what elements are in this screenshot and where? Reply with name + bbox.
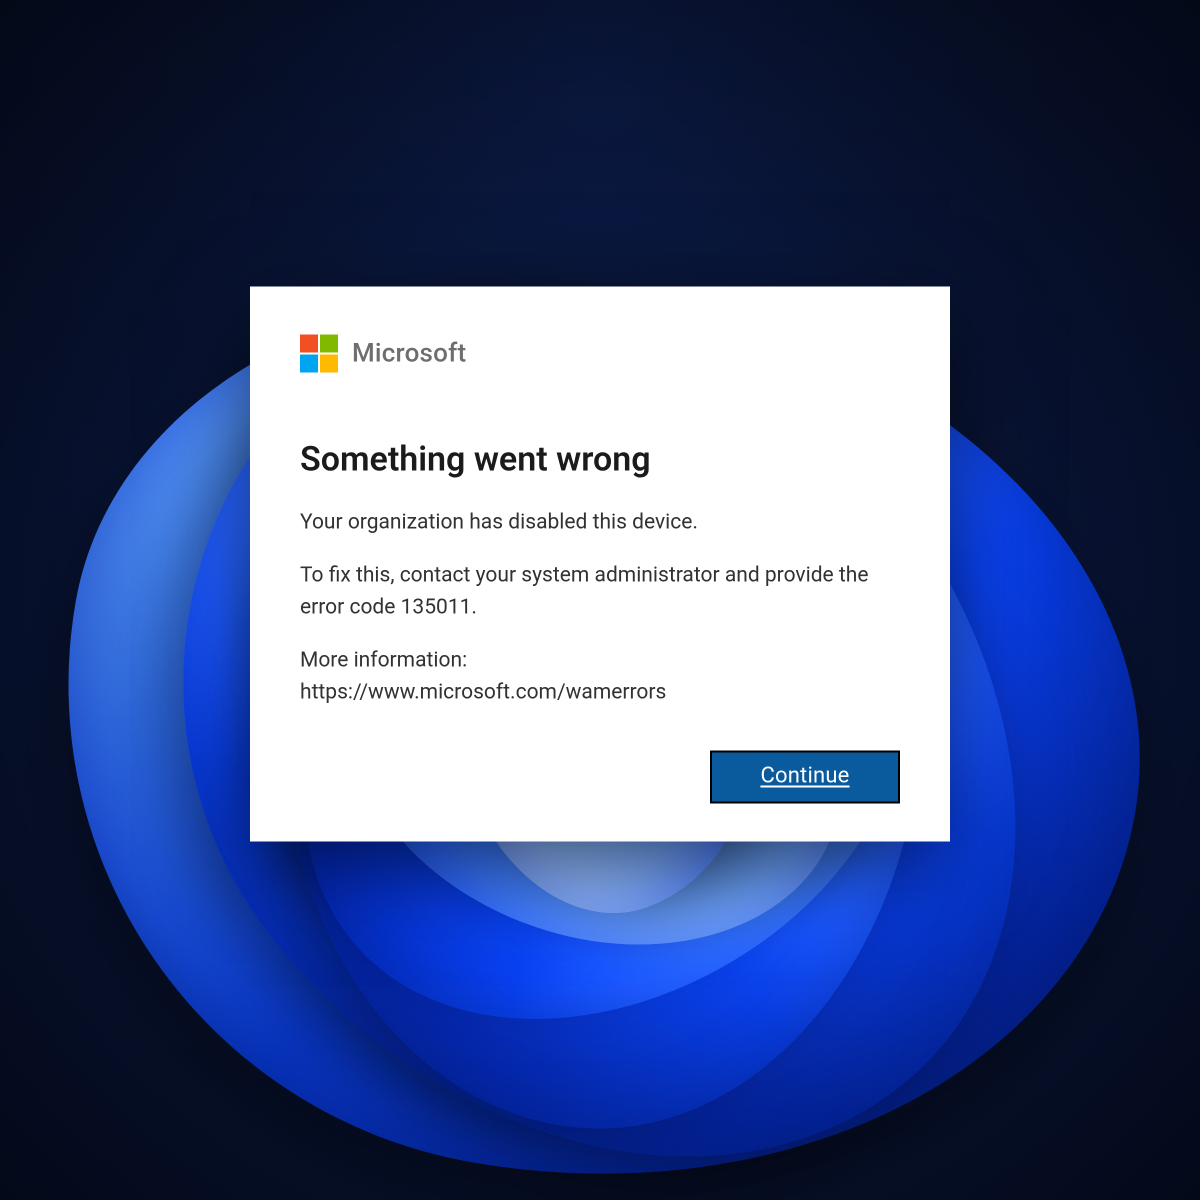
- brand-row: Microsoft: [300, 335, 900, 373]
- dialog-more-info: More information: https://www.microsoft.…: [300, 646, 900, 709]
- logo-square-blue: [300, 355, 318, 373]
- brand-name: Microsoft: [352, 339, 466, 369]
- logo-square-red: [300, 335, 318, 353]
- logo-square-yellow: [320, 355, 338, 373]
- dialog-title: Something went wrong: [300, 439, 900, 482]
- dialog-message-1: Your organization has disabled this devi…: [300, 507, 900, 539]
- dialog-actions: Continue: [300, 751, 900, 804]
- logo-square-green: [320, 335, 338, 353]
- error-dialog: Microsoft Something went wrong Your orga…: [250, 287, 950, 842]
- more-info-url: https://www.microsoft.com/wamerrors: [300, 680, 666, 704]
- continue-button[interactable]: Continue: [710, 751, 900, 804]
- more-info-label: More information:: [300, 649, 467, 673]
- microsoft-logo-icon: [300, 335, 338, 373]
- dialog-body: Your organization has disabled this devi…: [300, 507, 900, 709]
- dialog-message-2: To fix this, contact your system adminis…: [300, 561, 900, 624]
